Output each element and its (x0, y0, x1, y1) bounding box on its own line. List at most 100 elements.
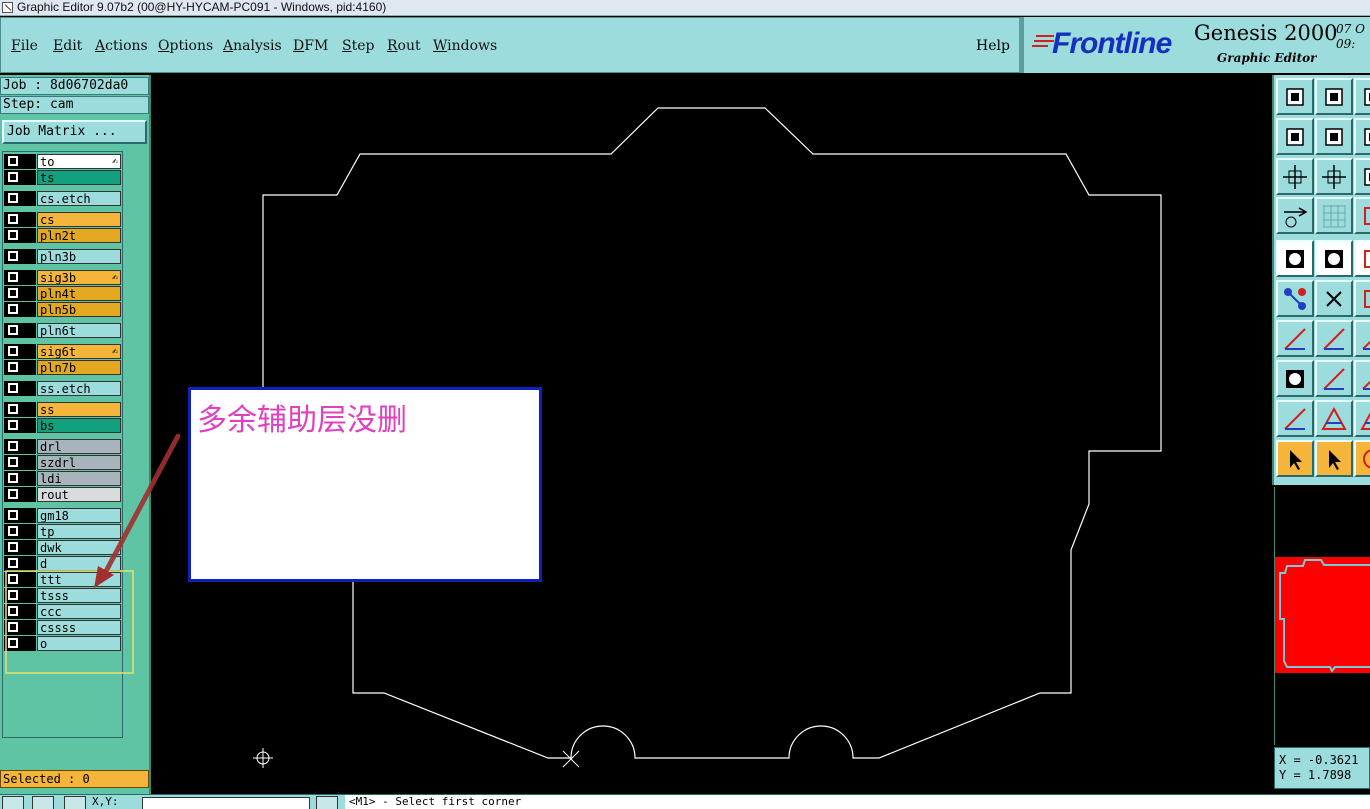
layer-checkbox[interactable] (4, 212, 36, 227)
layer-checkbox[interactable] (4, 323, 36, 338)
layer-checkbox[interactable] (4, 455, 36, 470)
layer-checkbox[interactable] (4, 556, 36, 571)
layer-checkbox[interactable] (4, 620, 36, 635)
layer-checkbox[interactable] (4, 381, 36, 396)
layer-row-cs[interactable]: cs (4, 212, 121, 227)
pointer-select-button[interactable] (1276, 440, 1314, 477)
layer-row-cssss[interactable]: cssss (4, 620, 121, 635)
layer-row-rout[interactable]: rout (4, 487, 121, 502)
layer-checkbox[interactable] (4, 588, 36, 603)
layer-row-tsss[interactable]: tsss (4, 588, 121, 603)
layer-name[interactable]: ldi (37, 471, 121, 486)
status-button-4[interactable] (316, 796, 338, 809)
layer-name[interactable]: bs (37, 418, 121, 433)
layer-checkbox[interactable] (4, 487, 36, 502)
text-feature-button[interactable] (1354, 240, 1370, 277)
layer-name[interactable]: pln7b (37, 360, 121, 375)
layer-checkbox[interactable] (4, 540, 36, 555)
circle-select-button[interactable] (1354, 440, 1370, 477)
triangle-split-button[interactable] (1315, 400, 1353, 437)
layer-row-gm18[interactable]: gm18 (4, 508, 121, 523)
layer-name[interactable]: ts (37, 170, 121, 185)
triangle-outline-button[interactable] (1276, 400, 1314, 437)
layer-row-ss[interactable]: ss (4, 402, 121, 417)
layer-row-bs[interactable]: bs (4, 418, 121, 433)
menu-windows[interactable]: Windows (433, 38, 497, 54)
menu-dfm[interactable]: DFM (293, 38, 328, 54)
zoom-fit-button[interactable] (1315, 158, 1353, 195)
layer-row-sig6t[interactable]: sig6t ✍ (4, 344, 121, 359)
layer-name[interactable]: sig3b ✍ (37, 270, 121, 285)
layer-checkbox[interactable] (4, 286, 36, 301)
layer-checkbox[interactable] (4, 228, 36, 243)
layer-row-pln7b[interactable]: pln7b (4, 360, 121, 375)
layer-checkbox[interactable] (4, 154, 36, 169)
move-down-button[interactable] (1315, 78, 1353, 115)
layer-row-cs-etch[interactable]: cs.etch (4, 191, 121, 206)
measure-ruler-button[interactable] (1276, 197, 1314, 234)
pad-select-button[interactable] (1276, 360, 1314, 397)
layer-row-pln2t[interactable]: pln2t (4, 228, 121, 243)
node-button[interactable] (1354, 280, 1370, 317)
layer-name[interactable]: d (37, 556, 121, 571)
layer-checkbox[interactable] (4, 524, 36, 539)
layer-checkbox[interactable] (4, 471, 36, 486)
menu-rout[interactable]: Rout (387, 38, 421, 54)
layer-row-ss-etch[interactable]: ss.etch (4, 381, 121, 396)
layer-name[interactable]: ss.etch (37, 381, 121, 396)
surface-feature-button[interactable] (1315, 240, 1353, 277)
graphic-canvas[interactable]: 多余辅助层没删 (153, 75, 1272, 794)
layer-checkbox[interactable] (4, 418, 36, 433)
layer-checkbox[interactable] (4, 344, 36, 359)
menu-actions[interactable]: Actions (95, 38, 148, 54)
layer-checkbox[interactable] (4, 191, 36, 206)
layer-checkbox[interactable] (4, 302, 36, 317)
layer-row-o[interactable]: o (4, 636, 121, 651)
menu-step[interactable]: Step (342, 38, 374, 54)
home-button[interactable] (1354, 78, 1370, 115)
layer-checkbox[interactable] (4, 572, 36, 587)
layer-row-pln3b[interactable]: pln3b (4, 249, 121, 264)
layer-row-drl[interactable]: drl (4, 439, 121, 454)
menu-help[interactable]: Help (976, 38, 1010, 54)
arrow-line-button[interactable] (1354, 360, 1370, 397)
expand-button[interactable] (1276, 158, 1314, 195)
layer-checkbox[interactable] (4, 636, 36, 651)
layer-name[interactable]: to ✍ (37, 154, 121, 169)
layer-name[interactable]: ttt (37, 572, 121, 587)
layer-row-ldi[interactable]: ldi (4, 471, 121, 486)
layer-name[interactable]: cs (37, 212, 121, 227)
pad-feature-button[interactable] (1276, 240, 1314, 277)
layer-checkbox[interactable] (4, 402, 36, 417)
layer-checkbox[interactable] (4, 604, 36, 619)
menu-edit[interactable]: Edit (53, 38, 82, 54)
layer-name[interactable]: pln5b (37, 302, 121, 317)
layer-name[interactable]: cs.etch (37, 191, 121, 206)
connect-nodes-button[interactable] (1276, 280, 1314, 317)
layer-row-szdrl[interactable]: szdrl (4, 455, 121, 470)
grid-button[interactable] (1315, 197, 1353, 234)
layer-row-to[interactable]: to ✍ (4, 154, 121, 169)
layer-name[interactable]: pln4t (37, 286, 121, 301)
menu-analysis[interactable]: Analysis (223, 38, 282, 54)
layer-row-pln6t[interactable]: pln6t (4, 323, 121, 338)
layer-row-pln4t[interactable]: pln4t (4, 286, 121, 301)
status-button-2[interactable] (32, 796, 54, 809)
layer-name[interactable]: pln6t (37, 323, 121, 338)
layer-row-ts[interactable]: ts (4, 170, 121, 185)
layer-name[interactable]: dwk (37, 540, 121, 555)
layer-name[interactable]: gm18 (37, 508, 121, 523)
layer-row-ccc[interactable]: ccc (4, 604, 121, 619)
layer-row-tp[interactable]: tp (4, 524, 121, 539)
xy-input[interactable] (142, 797, 310, 809)
status-button-1[interactable] (2, 796, 24, 809)
line-extra-button[interactable] (1354, 320, 1370, 357)
layer-name[interactable]: rout (37, 487, 121, 502)
layer-name[interactable]: tsss (37, 588, 121, 603)
layer-name[interactable]: o (37, 636, 121, 651)
layer-checkbox[interactable] (4, 439, 36, 454)
move-left-button[interactable] (1276, 118, 1314, 155)
layer-row-ttt[interactable]: ttt (4, 572, 121, 587)
move-up-button[interactable] (1276, 78, 1314, 115)
overview-preview[interactable] (1274, 487, 1370, 745)
